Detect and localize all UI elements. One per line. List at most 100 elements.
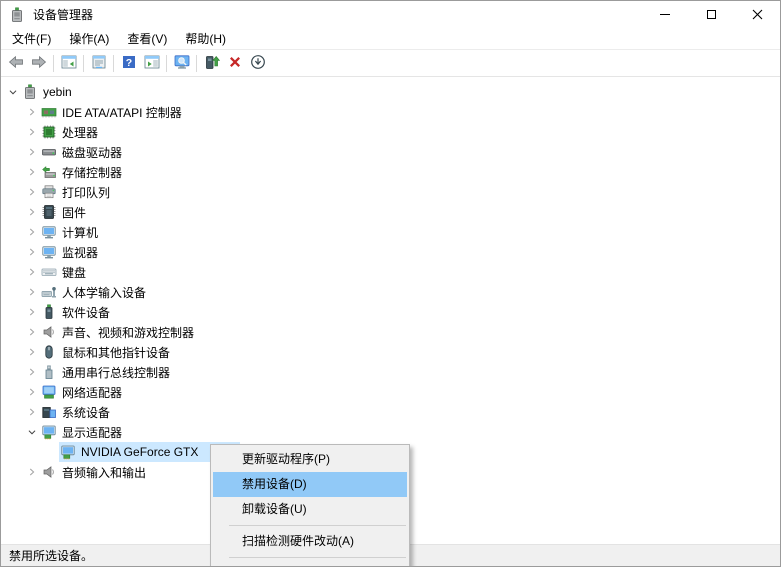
toolbar-separator (166, 55, 167, 72)
tree-item-label: 键盘 (62, 264, 86, 281)
chevron-right-icon[interactable] (24, 224, 40, 240)
update-driver-button[interactable] (200, 52, 223, 75)
chevron-right-icon[interactable] (24, 124, 40, 140)
context-menu-item[interactable]: 卸载设备(U) (213, 497, 407, 522)
chevron-right-icon[interactable] (24, 244, 40, 260)
chevron-right-icon[interactable] (24, 104, 40, 120)
title-bar: 设备管理器 (1, 1, 780, 28)
tree-item-label: 打印队列 (62, 184, 110, 201)
system-device-icon (41, 404, 57, 420)
tree-item[interactable]: 打印队列 (1, 182, 780, 202)
tree-item-label: 通用串行总线控制器 (62, 364, 170, 381)
tree-item[interactable]: 通用串行总线控制器 (1, 362, 780, 382)
tree-item[interactable]: 显示适配器 (1, 422, 780, 442)
window-title: 设备管理器 (33, 6, 642, 23)
tree-item-content: 网络适配器 (40, 382, 125, 402)
tree-item-content: 音频输入和输出 (40, 462, 149, 482)
maximize-icon (707, 10, 716, 19)
maximize-button[interactable] (688, 1, 734, 28)
forward-button[interactable] (27, 52, 50, 75)
chevron-right-icon[interactable] (24, 404, 40, 420)
tree-item-content: 人体学输入设备 (40, 282, 149, 302)
tree-item-label: 处理器 (62, 124, 98, 141)
chevron-right-icon[interactable] (24, 144, 40, 160)
context-menu-separator (229, 557, 406, 558)
context-menu-item[interactable]: 更新驱动程序(P) (213, 447, 407, 472)
console-tree-icon (61, 54, 77, 73)
chevron-right-icon[interactable] (24, 464, 40, 480)
context-menu-item[interactable]: 属性(R) (213, 561, 407, 567)
tree-item[interactable]: 键盘 (1, 262, 780, 282)
tree-item[interactable]: IDE ATA/ATAPI 控制器 (1, 102, 780, 122)
monitor-icon (41, 244, 57, 260)
tree-item[interactable]: 计算机 (1, 222, 780, 242)
tree-item[interactable]: yebin (1, 82, 780, 102)
help-icon: ? (121, 54, 137, 73)
toolbar-separator (83, 55, 84, 72)
chevron-right-icon[interactable] (24, 284, 40, 300)
tree-item-label: 固件 (62, 204, 86, 221)
context-menu-item[interactable]: 禁用设备(D) (213, 472, 407, 497)
chevron-right-icon[interactable] (24, 344, 40, 360)
menu-item-2[interactable]: 查看(V) (118, 28, 176, 50)
network-adapter-icon (41, 384, 57, 400)
toolbar: ? (1, 50, 780, 77)
tree-item[interactable]: 软件设备 (1, 302, 780, 322)
menu-item-0[interactable]: 文件(F) (3, 28, 60, 50)
device-manager-icon (9, 7, 25, 23)
tree-item-label: 系统设备 (62, 404, 110, 421)
tree-item-content: 处理器 (40, 122, 101, 142)
tree-item[interactable]: 监视器 (1, 242, 780, 262)
chevron-right-icon[interactable] (24, 204, 40, 220)
tree-item-content: 声音、视频和游戏控制器 (40, 322, 197, 342)
tree-item[interactable]: 系统设备 (1, 402, 780, 422)
tree-item[interactable]: 处理器 (1, 122, 780, 142)
tree-item-content: 固件 (40, 202, 89, 222)
console-tree-button[interactable] (57, 52, 80, 75)
back-button[interactable] (4, 52, 27, 75)
tree-item[interactable]: 人体学输入设备 (1, 282, 780, 302)
back-icon (8, 54, 24, 73)
print-queue-icon (41, 184, 57, 200)
tree-item-content: 鼠标和其他指针设备 (40, 342, 173, 362)
update-driver-icon (204, 54, 220, 73)
menu-item-1[interactable]: 操作(A) (60, 28, 118, 50)
uninstall-device-button[interactable] (223, 52, 246, 75)
chevron-right-icon[interactable] (24, 324, 40, 340)
help-button[interactable]: ? (117, 52, 140, 75)
tree-item-label: 声音、视频和游戏控制器 (62, 324, 194, 341)
close-button[interactable] (734, 1, 780, 28)
chevron-right-icon[interactable] (24, 384, 40, 400)
minimize-button[interactable] (642, 1, 688, 28)
tree-item-label: 鼠标和其他指针设备 (62, 344, 170, 361)
chevron-down-icon[interactable] (24, 424, 40, 440)
disable-device-button[interactable] (246, 52, 269, 75)
properties-button[interactable] (87, 52, 110, 75)
tree-item-content: 通用串行总线控制器 (40, 362, 173, 382)
tree-item-label: 磁盘驱动器 (62, 144, 122, 161)
toolbar-separator (113, 55, 114, 72)
minimize-icon (660, 14, 670, 15)
chevron-right-icon[interactable] (24, 184, 40, 200)
keyboard-icon (41, 264, 57, 280)
tree-item[interactable]: 磁盘驱动器 (1, 142, 780, 162)
chevron-right-icon[interactable] (24, 364, 40, 380)
chevron-right-icon[interactable] (24, 264, 40, 280)
tree-item[interactable]: 鼠标和其他指针设备 (1, 342, 780, 362)
menu-item-3[interactable]: 帮助(H) (176, 28, 235, 50)
tree-item[interactable]: 存储控制器 (1, 162, 780, 182)
tree-item-content: 软件设备 (40, 302, 113, 322)
chevron-right-icon[interactable] (24, 304, 40, 320)
action-pane-button[interactable] (140, 52, 163, 75)
close-icon (752, 9, 763, 20)
chevron-right-icon[interactable] (24, 164, 40, 180)
tree-item-label: 显示适配器 (62, 424, 122, 441)
menu-bar: 文件(F)操作(A)查看(V)帮助(H) (1, 28, 780, 50)
context-menu-item[interactable]: 扫描检测硬件改动(A) (213, 529, 407, 554)
scan-hardware-button[interactable] (170, 52, 193, 75)
tree-item[interactable]: 网络适配器 (1, 382, 780, 402)
chevron-down-icon[interactable] (5, 84, 21, 100)
tree-item[interactable]: 固件 (1, 202, 780, 222)
tree-item[interactable]: 声音、视频和游戏控制器 (1, 322, 780, 342)
context-menu-separator (229, 525, 406, 526)
